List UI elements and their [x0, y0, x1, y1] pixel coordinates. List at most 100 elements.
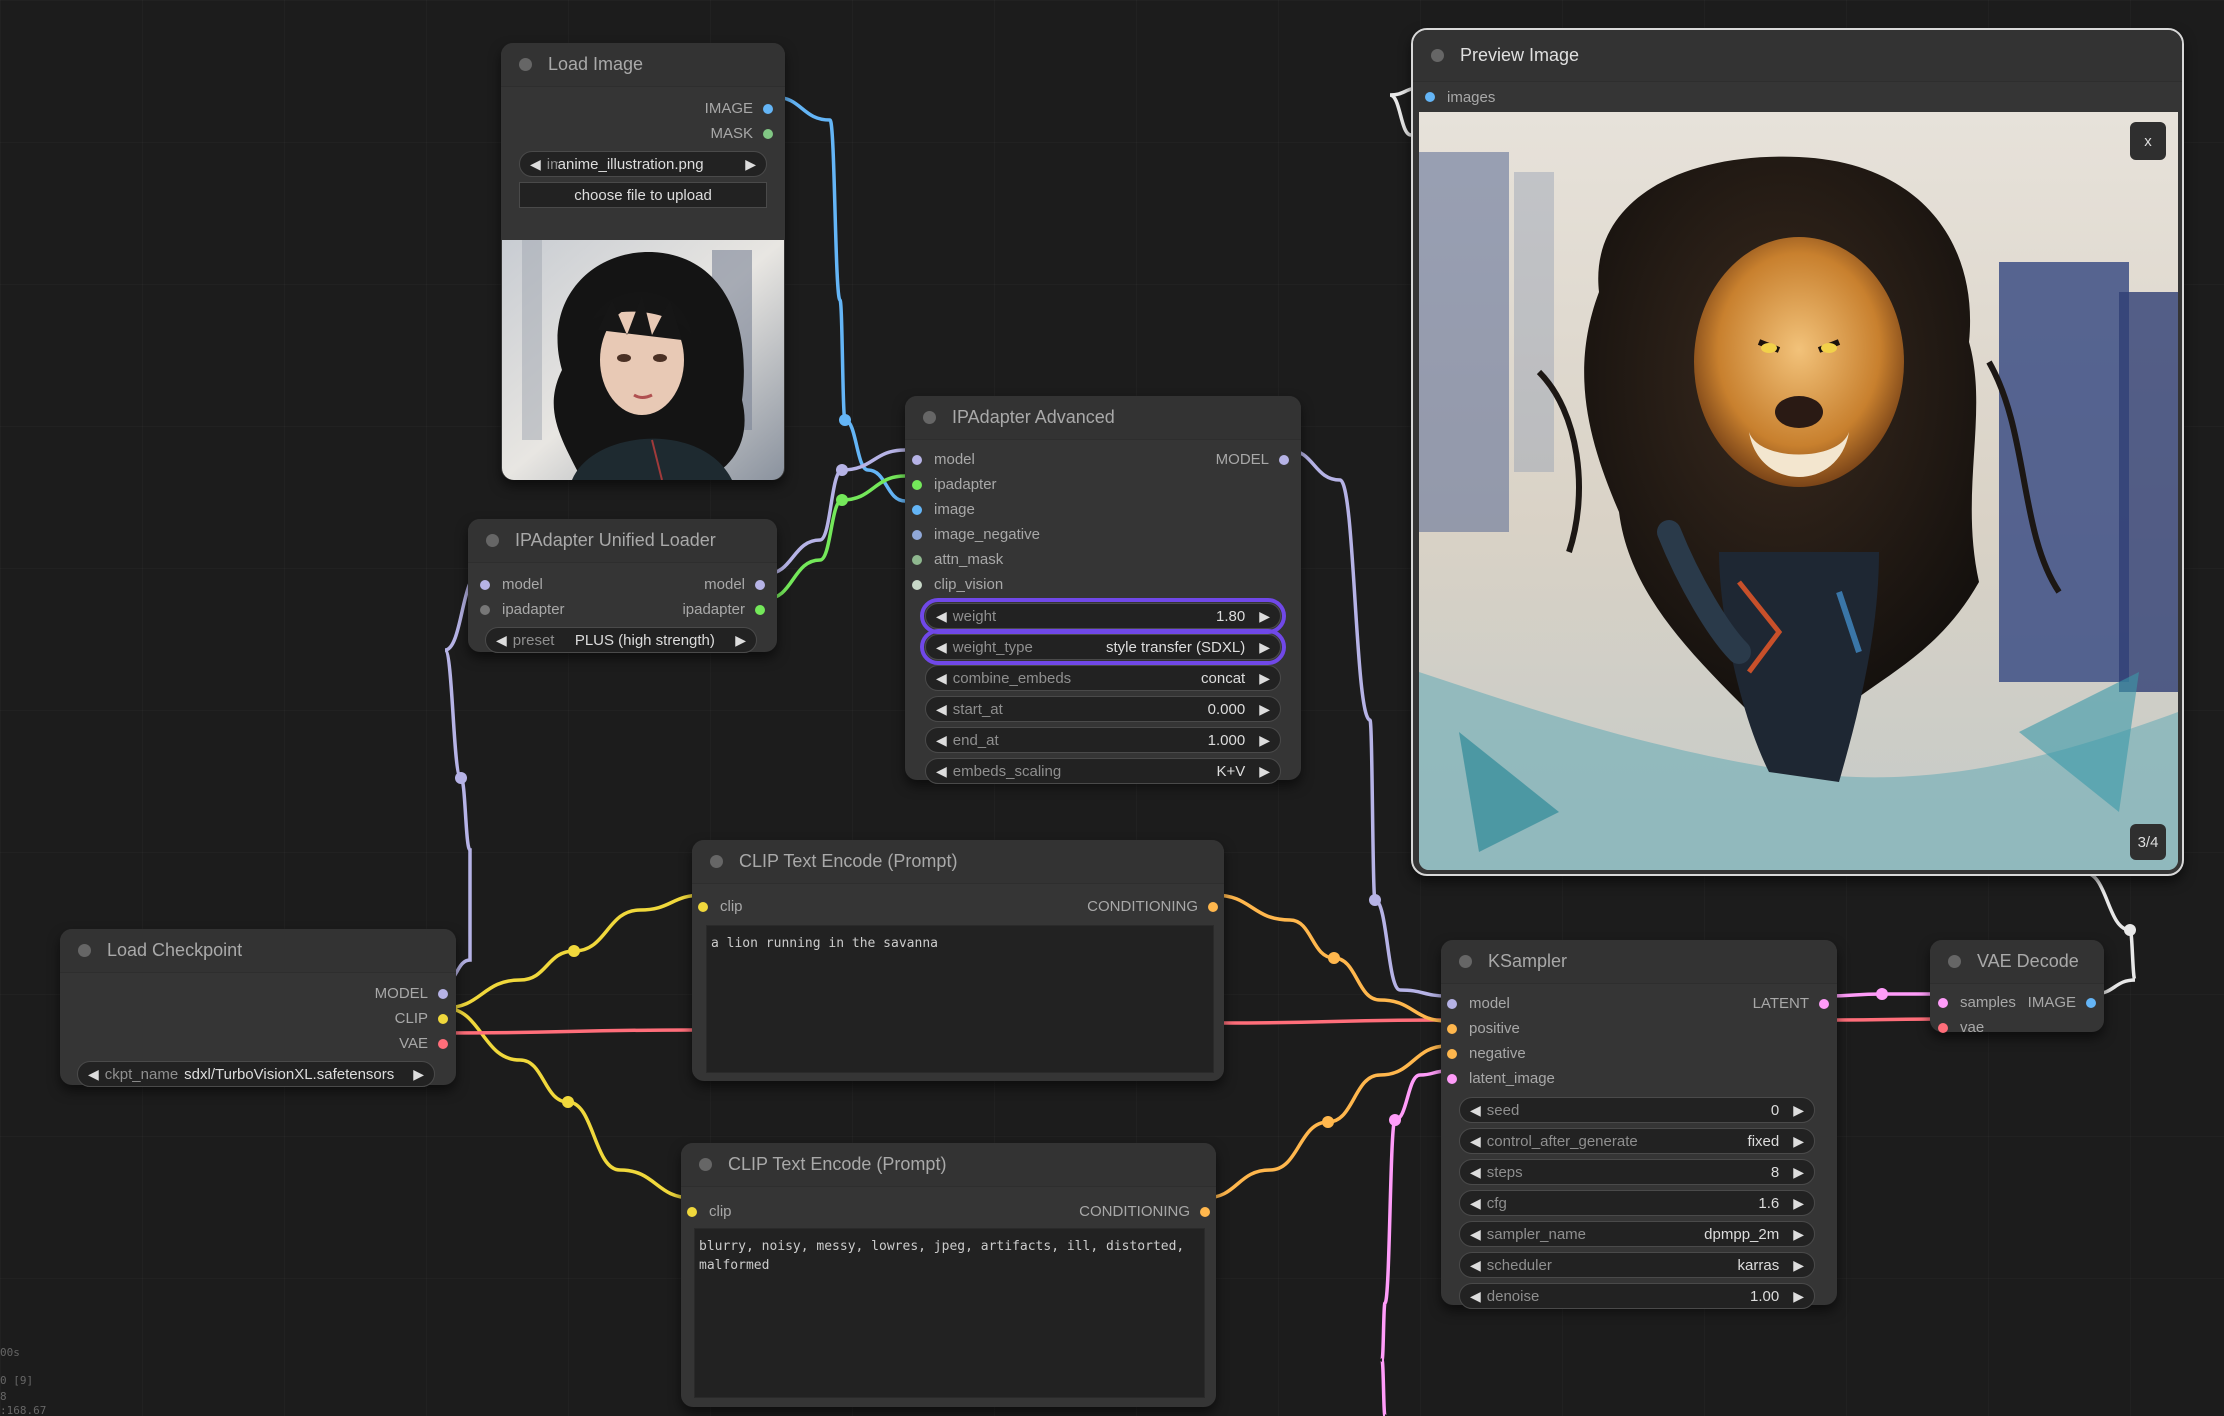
slot-row-model[interactable]: model MODEL [905, 447, 1301, 472]
slot-dot-icon[interactable] [1425, 92, 1435, 102]
link-midpoint-handle[interactable] [836, 464, 848, 476]
slot-row-model[interactable]: model model [468, 572, 777, 597]
increment-arrow-icon[interactable]: ▶ [1793, 1133, 1804, 1150]
increment-arrow-icon[interactable]: ▶ [1259, 639, 1270, 656]
slot-dot-icon[interactable] [755, 604, 765, 615]
link-wire[interactable] [1380, 1069, 1448, 1416]
link-wire[interactable] [765, 448, 906, 576]
widget-weight[interactable]: ◀ weight 1.80 ▶ [920, 598, 1286, 634]
link-midpoint-handle[interactable] [839, 414, 851, 426]
widget-start-at[interactable]: ◀ start_at 0.000 ▶ [925, 696, 1281, 722]
preview-output-image[interactable]: x 3/4 [1419, 112, 2178, 870]
collapse-dot-icon[interactable] [1948, 955, 1961, 968]
input-slot-attn-mask[interactable]: attn_mask [905, 547, 1301, 572]
slot-dot-icon[interactable] [687, 1206, 697, 1217]
collapse-dot-icon[interactable] [78, 944, 91, 957]
widget-scheduler[interactable]: ◀ scheduler karras ▶ [1459, 1252, 1815, 1278]
decrement-arrow-icon[interactable]: ◀ [1470, 1133, 1481, 1150]
increment-arrow-icon[interactable]: ▶ [1259, 763, 1270, 780]
slot-dot-icon[interactable] [2086, 997, 2096, 1008]
input-slot-vae[interactable]: vae [1930, 1015, 2104, 1040]
node-preview-image[interactable]: Preview Image images x 3/4 [1411, 28, 2184, 876]
node-title[interactable]: IPAdapter Unified Loader [468, 519, 777, 563]
slot-dot-icon[interactable] [912, 529, 922, 540]
slot-row-samples[interactable]: samples IMAGE [1930, 990, 2104, 1015]
output-slot-mask[interactable]: MASK [501, 121, 785, 146]
slot-dot-icon[interactable] [1447, 1023, 1457, 1034]
decrement-arrow-icon[interactable]: ◀ [88, 1066, 99, 1083]
slot-dot-icon[interactable] [1938, 1022, 1948, 1033]
increment-arrow-icon[interactable]: ▶ [413, 1066, 424, 1083]
slot-dot-icon[interactable] [763, 128, 773, 139]
decrement-arrow-icon[interactable]: ◀ [936, 670, 947, 687]
link-wire[interactable] [1836, 1017, 1941, 1022]
slot-dot-icon[interactable] [1938, 997, 1948, 1008]
collapse-dot-icon[interactable] [1459, 955, 1472, 968]
slot-dot-icon[interactable] [438, 1038, 448, 1049]
slot-dot-icon[interactable] [1208, 901, 1218, 912]
slot-dot-icon[interactable] [912, 479, 922, 490]
increment-arrow-icon[interactable]: ▶ [735, 632, 746, 649]
widget-preset[interactable]: ◀ preset PLUS (high strength) ▶ [485, 627, 757, 653]
link-wire[interactable] [1826, 992, 1941, 998]
link-wire[interactable] [1223, 1018, 1442, 1025]
link-midpoint-handle[interactable] [1876, 988, 1888, 1000]
link-wire[interactable] [443, 1006, 693, 1200]
link-wire[interactable] [443, 893, 704, 1010]
link-midpoint-handle[interactable] [568, 945, 580, 957]
slot-dot-icon[interactable] [1200, 1206, 1210, 1217]
node-title[interactable]: CLIP Text Encode (Prompt) [692, 840, 1224, 884]
widget-ckpt-name[interactable]: ◀ ckpt_name sdxl/TurboVisionXL.safetenso… [77, 1061, 435, 1087]
input-slot-image[interactable]: image [905, 497, 1301, 522]
decrement-arrow-icon[interactable]: ◀ [496, 632, 507, 649]
decrement-arrow-icon[interactable]: ◀ [1470, 1102, 1481, 1119]
widget-sampler-name[interactable]: ◀ sampler_name dpmpp_2m ▶ [1459, 1221, 1815, 1247]
decrement-arrow-icon[interactable]: ◀ [1470, 1164, 1481, 1181]
slot-dot-icon[interactable] [480, 579, 490, 590]
decrement-arrow-icon[interactable]: ◀ [936, 732, 947, 749]
decrement-arrow-icon[interactable]: ◀ [936, 608, 947, 625]
widget-image-select[interactable]: ◀ image anime_illustration.png ▶ [519, 151, 767, 177]
slot-dot-icon[interactable] [1819, 998, 1829, 1009]
node-ipadapter-unified-loader[interactable]: IPAdapter Unified Loader model model ipa… [468, 519, 777, 653]
increment-arrow-icon[interactable]: ▶ [1793, 1257, 1804, 1274]
output-slot-model[interactable]: MODEL [60, 981, 456, 1006]
link-wire[interactable] [443, 1028, 693, 1035]
decrement-arrow-icon[interactable]: ◀ [1470, 1226, 1481, 1243]
node-ipadapter-advanced[interactable]: IPAdapter Advanced model MODEL ipadapter… [905, 396, 1301, 784]
node-title[interactable]: KSampler [1441, 940, 1837, 984]
slot-dot-icon[interactable] [1279, 454, 1289, 465]
increment-arrow-icon[interactable]: ▶ [1793, 1195, 1804, 1212]
slot-row-clip[interactable]: clip CONDITIONING [692, 894, 1224, 919]
link-wire[interactable] [765, 474, 906, 601]
node-clip-text-encode-positive[interactable]: CLIP Text Encode (Prompt) clip CONDITION… [692, 840, 1224, 1081]
increment-arrow-icon[interactable]: ▶ [1793, 1164, 1804, 1181]
output-slot-clip[interactable]: CLIP [60, 1006, 456, 1031]
collapse-dot-icon[interactable] [699, 1158, 712, 1171]
slot-row-model[interactable]: model LATENT [1441, 991, 1837, 1016]
widget-end-at[interactable]: ◀ end_at 1.000 ▶ [925, 727, 1281, 753]
slot-dot-icon[interactable] [912, 579, 922, 590]
slot-dot-icon[interactable] [438, 1013, 448, 1024]
input-slot-positive[interactable]: positive [1441, 1016, 1837, 1041]
input-slot-images[interactable]: images [1413, 82, 2182, 112]
slot-dot-icon[interactable] [912, 454, 922, 465]
increment-arrow-icon[interactable]: ▶ [1793, 1102, 1804, 1119]
widget-control-after-generate[interactable]: ◀ control_after_generate fixed ▶ [1459, 1128, 1815, 1154]
slot-dot-icon[interactable] [912, 504, 922, 515]
input-slot-negative[interactable]: negative [1441, 1041, 1837, 1066]
link-midpoint-handle[interactable] [1328, 952, 1340, 964]
collapse-dot-icon[interactable] [923, 411, 936, 424]
slot-dot-icon[interactable] [698, 901, 708, 912]
upload-button[interactable]: choose file to upload [519, 182, 767, 208]
link-midpoint-handle[interactable] [2124, 924, 2136, 936]
slot-row-clip[interactable]: clip CONDITIONING [681, 1199, 1216, 1224]
decrement-arrow-icon[interactable]: ◀ [1470, 1195, 1481, 1212]
increment-arrow-icon[interactable]: ▶ [1259, 608, 1270, 625]
link-midpoint-handle[interactable] [562, 1096, 574, 1108]
input-slot-latent-image[interactable]: latent_image [1441, 1066, 1837, 1091]
link-midpoint-handle[interactable] [1389, 1114, 1401, 1126]
decrement-arrow-icon[interactable]: ◀ [936, 701, 947, 718]
slot-dot-icon[interactable] [438, 988, 448, 999]
decrement-arrow-icon[interactable]: ◀ [936, 639, 947, 656]
